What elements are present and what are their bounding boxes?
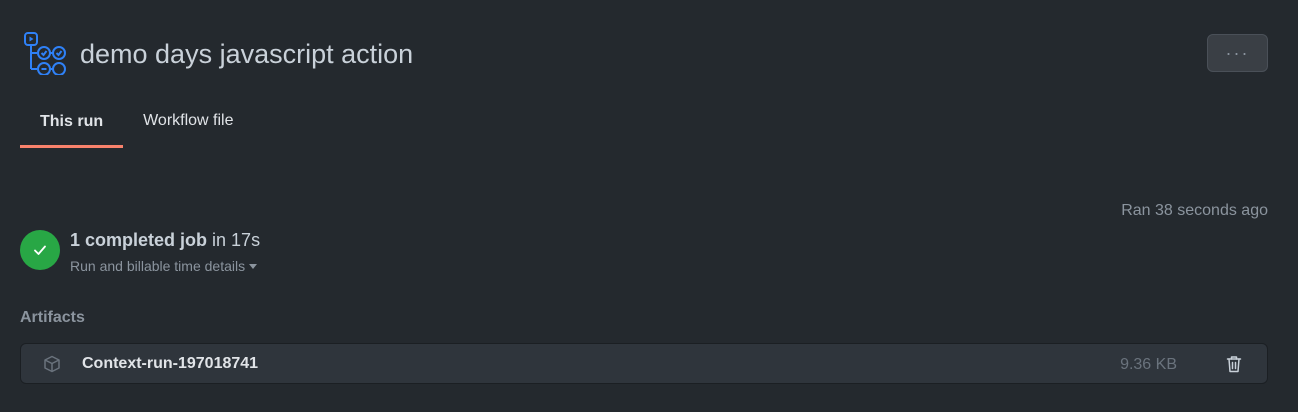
- package-icon: [44, 355, 60, 373]
- artifact-size: 9.36 KB: [1120, 356, 1177, 373]
- tab-bar: This run Workflow file: [20, 96, 254, 148]
- job-summary: 1 completed job in 17s: [70, 229, 260, 251]
- workflow-run-page: demo days javascript action ··· This run…: [0, 0, 1298, 412]
- page-title: demo days javascript action: [80, 39, 414, 69]
- completed-jobs-count: 1 completed job: [70, 230, 208, 250]
- run-duration: in 17s: [207, 230, 261, 250]
- more-options-button[interactable]: ···: [1207, 34, 1268, 72]
- tab-workflow-file[interactable]: Workflow file: [123, 96, 253, 146]
- trash-icon: [1226, 356, 1242, 373]
- delete-artifact-button[interactable]: [1223, 353, 1245, 375]
- workflow-icon: [24, 32, 66, 75]
- billing-details-toggle[interactable]: Run and billable time details: [70, 257, 258, 275]
- artifact-row: Context-run-197018741 9.36 KB: [20, 343, 1268, 384]
- caret-down-icon: [249, 263, 258, 269]
- artifact-download-link[interactable]: Context-run-197018741: [82, 355, 258, 373]
- artifacts-heading: Artifacts: [20, 309, 85, 326]
- status-check-icon: [20, 230, 60, 270]
- billing-details-label: Run and billable time details: [70, 258, 246, 274]
- run-timestamp: Ran 38 seconds ago: [1121, 202, 1268, 219]
- tab-this-run[interactable]: This run: [20, 96, 124, 148]
